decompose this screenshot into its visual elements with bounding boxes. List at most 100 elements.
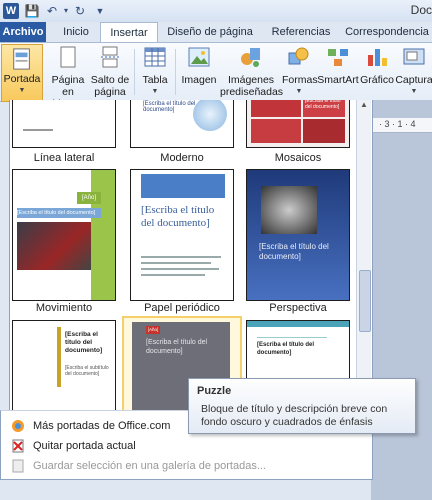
menu-item-remove-cover[interactable]: Quitar portada actual	[33, 440, 136, 452]
thumb-caption: Papel periódico	[144, 302, 220, 314]
screenshot-button[interactable]: Captura ▼	[394, 45, 432, 98]
tab-insert[interactable]: Insertar	[100, 22, 158, 43]
thumb-title: [Escriba el título del documento]	[141, 204, 215, 229]
cover-thumb-papel-periodico[interactable]: [Escriba el título del documento]	[130, 169, 234, 301]
title-bar: W 💾 ↶ ▾ ↻ ▼ Doc	[0, 0, 432, 22]
ribbon: Portada ▼ Página en blanco Salto de pági…	[0, 42, 432, 110]
picture-icon	[188, 47, 210, 67]
thumb-block	[251, 119, 301, 143]
picture-label: Imagen	[181, 74, 217, 86]
thumb-line	[141, 256, 221, 258]
clipart-icon	[241, 48, 260, 67]
tab-page-layout[interactable]: Diseño de página	[160, 22, 260, 42]
thumb-title: [Escriba el título del documento]	[305, 100, 341, 110]
cover-thumb-row3-a[interactable]: [Escriba el título del documento] [Escri…	[12, 320, 116, 410]
word-logo-icon: W	[3, 3, 19, 19]
cover-thumb-perspectiva[interactable]: [Escriba el título del documento]	[246, 169, 350, 301]
thumb-title: [Escriba el título del documento]	[257, 342, 315, 356]
document-area[interactable]	[371, 100, 432, 500]
save-selection-icon	[12, 459, 24, 473]
chevron-down-icon: ▼	[295, 88, 303, 95]
smartart-label: SmartArt	[317, 74, 359, 86]
smartart-button[interactable]: SmartArt	[316, 45, 360, 86]
horizontal-ruler: · 3 · 1 · 4	[371, 118, 432, 133]
chevron-down-icon: ▼	[151, 88, 159, 95]
page-break-label-1: Salto de	[90, 74, 130, 86]
remove-cover-icon	[12, 439, 24, 453]
thumb-circle	[193, 100, 227, 131]
thumb-green-strip	[91, 170, 115, 300]
table-button[interactable]: Tabla ▼	[138, 45, 172, 98]
menu-item-save-selection: Guardar selección en una galería de port…	[33, 460, 266, 472]
cover-page-button[interactable]: Portada ▼	[1, 44, 43, 102]
thumb-accent	[57, 327, 61, 387]
thumb-header-bar	[247, 321, 349, 327]
scrollbar-thumb[interactable]	[359, 270, 371, 332]
divider	[175, 49, 176, 95]
chart-label: Gráfico	[360, 74, 394, 86]
customize-qat-icon[interactable]: ▼	[92, 3, 108, 19]
shapes-button[interactable]: Formas ▼	[282, 45, 318, 98]
thumb-train-photo	[17, 222, 91, 270]
chevron-down-icon: ▼	[18, 87, 26, 94]
save-icon[interactable]: 💾	[24, 3, 40, 19]
cover-thumb-movimiento[interactable]: [Año] [Escriba el título del documento]	[12, 169, 116, 301]
thumb-year: [Año]	[77, 192, 101, 204]
thumb-caption: Moderno	[160, 152, 204, 164]
divider	[134, 49, 135, 95]
smartart-icon	[328, 49, 348, 66]
ruler-marks: · 3 · 1 · 4	[379, 119, 416, 129]
thumb-block	[251, 100, 301, 117]
picture-button[interactable]: Imagen	[178, 45, 220, 86]
page-break-icon	[101, 46, 119, 68]
shapes-label: Formas	[282, 74, 318, 86]
page-break-label-2: página	[94, 86, 126, 98]
screenshot-label: Captura	[395, 74, 432, 86]
tooltip-title: Puzzle	[197, 385, 232, 397]
table-icon	[144, 47, 166, 67]
clipart-button[interactable]: Imágenes prediseñadas	[220, 45, 284, 98]
cover-thumb-moderno[interactable]: [Escriba el título del documento]	[130, 100, 234, 148]
thumb-caption: Movimiento	[35, 302, 93, 314]
thumb-line	[141, 274, 205, 276]
thumb-year: [Año]	[146, 326, 160, 334]
table-label: Tabla	[142, 74, 168, 86]
thumb-block	[303, 119, 345, 143]
tooltip-body: Bloque de título y descripción breve con…	[201, 403, 388, 428]
chart-icon	[368, 49, 387, 66]
thumb-caption: Línea lateral	[33, 152, 95, 164]
scroll-up-icon[interactable]: ▲	[357, 100, 371, 112]
document-title: Doc	[410, 3, 432, 17]
cover-thumb-linea-lateral[interactable]	[12, 100, 116, 148]
redo-icon[interactable]: ↻	[72, 3, 88, 19]
thumb-line	[257, 337, 327, 338]
chevron-down-icon: ▼	[410, 88, 418, 95]
thumb-title: [Escriba el título del documento]	[143, 101, 196, 113]
tab-home[interactable]: Inicio	[56, 22, 96, 42]
tab-mailings[interactable]: Correspondencia	[342, 22, 432, 42]
gallery-scrollbar[interactable]: ▲ ▼	[356, 100, 371, 410]
thumb-line	[141, 262, 211, 264]
thumb-title: [Escriba el título del documento]	[259, 242, 329, 261]
thumb-line	[141, 268, 219, 270]
ribbon-tabs: Archivo Inicio Insertar Diseño de página…	[0, 22, 432, 43]
thumb-caption: Mosaicos	[274, 152, 322, 164]
thumb-title: [Escriba el título del documento]	[17, 208, 101, 218]
tab-file[interactable]: Archivo	[0, 22, 46, 42]
cover-thumb-mosaicos[interactable]: [Escriba el título del documento]	[246, 100, 350, 148]
cover-page-gallery: [Escriba el título del documento] [Escri…	[9, 100, 373, 411]
clipart-label-1: Imágenes	[227, 74, 275, 86]
chart-button[interactable]: Gráfico	[360, 45, 394, 86]
cover-page-icon	[13, 48, 30, 70]
cover-page-label: Portada	[3, 73, 41, 85]
office-com-icon	[12, 420, 24, 432]
thumb-line	[23, 129, 53, 131]
thumb-mountain-photo	[261, 186, 317, 234]
clipart-label-2: prediseñadas	[220, 86, 284, 98]
menu-item-more-covers[interactable]: Más portadas de Office.com	[33, 420, 170, 432]
thumb-subtitle: [Escriba el subtítulo del documento]	[65, 365, 109, 377]
shapes-icon	[288, 47, 309, 65]
thumb-title: [Escriba el título del documento]	[146, 339, 208, 355]
tab-references[interactable]: Referencias	[262, 22, 340, 42]
page-break-button[interactable]: Salto de página	[90, 45, 130, 98]
